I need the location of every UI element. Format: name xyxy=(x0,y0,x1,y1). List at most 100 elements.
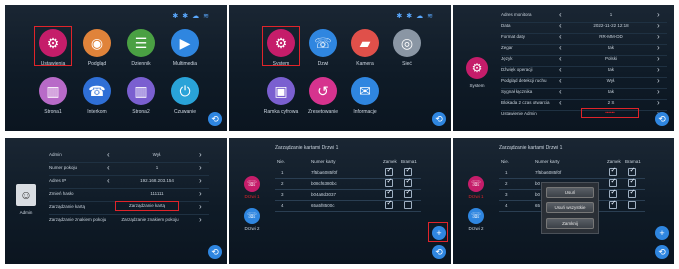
back-button[interactable]: ⟲ xyxy=(655,245,669,259)
row-no: 1 xyxy=(281,170,284,175)
chevron-right-icon[interactable]: › xyxy=(657,54,660,63)
menu-item-camera[interactable]: ▰ Kamera xyxy=(343,29,387,67)
back-button[interactable]: ⟲ xyxy=(208,245,222,259)
lock-checkbox[interactable] xyxy=(609,166,617,176)
menu-item-network[interactable]: ◎ Sieć xyxy=(385,29,429,67)
gate-checkbox[interactable] xyxy=(404,166,412,176)
chevron-left-icon[interactable]: ‹ xyxy=(559,21,562,30)
chevron-right-icon[interactable]: › xyxy=(199,163,202,172)
col-no: Nie. xyxy=(501,159,510,164)
back-button[interactable]: ⟲ xyxy=(655,112,669,126)
delete-all-button[interactable]: Usuń wszystkie xyxy=(546,202,594,213)
chevron-right-icon[interactable]: › xyxy=(657,87,660,96)
chevron-left-icon[interactable]: ‹ xyxy=(107,163,110,172)
chevron-right-icon[interactable]: › xyxy=(199,189,202,198)
chevron-left-icon[interactable]: ‹ xyxy=(559,98,562,107)
menu-item-preview[interactable]: ◉ Podgląd xyxy=(75,29,119,67)
menu-item-door2[interactable]: ▥ Strona2 xyxy=(119,77,163,115)
menu-item-standby[interactable]: ⏻ Czuwanie xyxy=(163,77,207,115)
bluetooth-icon: ✱ xyxy=(396,13,403,20)
menu-item-door[interactable]: ☏ Dzwi xyxy=(301,29,345,67)
wifi-icon: ≋ xyxy=(203,13,209,20)
chevron-right-icon[interactable]: › xyxy=(657,32,660,41)
chevron-left-icon[interactable]: ‹ xyxy=(559,54,562,63)
setting-key: Język xyxy=(501,56,513,61)
chevron-right-icon[interactable]: › xyxy=(199,176,202,185)
gate-checkbox[interactable] xyxy=(628,201,636,209)
chevron-right-icon[interactable]: › xyxy=(199,150,202,159)
row-no: 3 xyxy=(505,192,508,197)
menu-item-reset[interactable]: ↺ Zresetowanie xyxy=(301,77,345,115)
selection-highlight xyxy=(262,26,300,66)
card-table: Nie. Numer karty Zamek Brama1 1 7f5ba6085… xyxy=(275,156,421,216)
delete-button[interactable]: Usuń xyxy=(546,187,594,198)
menu-item-info[interactable]: ✉ Informacje xyxy=(343,77,387,115)
setting-row[interactable]: Zarządzanie znakiem pokoju Zarządzanie zn… xyxy=(49,213,209,227)
card-management-button[interactable]: Zarządzanie kartą xyxy=(115,201,179,211)
door-tab-1[interactable]: ☏ Drzwi 1 xyxy=(239,176,265,199)
chevron-right-icon[interactable]: › xyxy=(657,21,660,30)
chevron-right-icon[interactable]: › xyxy=(199,202,202,211)
menu-item-intercom[interactable]: ☎ Interkom xyxy=(75,77,119,115)
back-button[interactable]: ⟲ xyxy=(432,112,446,126)
chevron-left-icon[interactable]: ‹ xyxy=(559,76,562,85)
menu-item-door1[interactable]: ▥ Strona1 xyxy=(31,77,75,115)
table-row[interactable]: 4 65a5f8500c xyxy=(275,199,421,212)
admin-avatar-icon: ☺ xyxy=(16,184,36,206)
setting-value: 192.168.203.154 xyxy=(140,178,174,183)
add-card-button[interactable]: + xyxy=(655,226,669,240)
setting-value: tak xyxy=(607,45,614,50)
gate-checkbox[interactable] xyxy=(404,201,412,209)
chevron-left-icon[interactable]: ‹ xyxy=(559,43,562,52)
chevron-right-icon[interactable]: › xyxy=(657,76,660,85)
setting-key: Ustawienie Admin xyxy=(501,111,537,116)
lock-checkbox[interactable] xyxy=(609,188,617,198)
admin-list: Admin ‹ Wył. › Numer pokoju ‹ 1 › Adres IP ‹ 192… xyxy=(49,148,209,238)
setting-value: 111111 xyxy=(150,191,164,196)
add-card-button[interactable]: + xyxy=(432,226,446,240)
chevron-right-icon[interactable]: › xyxy=(657,10,660,19)
chevron-left-icon[interactable]: ‹ xyxy=(107,176,110,185)
chevron-right-icon[interactable]: › xyxy=(657,43,660,52)
close-button[interactable]: Zamknij xyxy=(546,218,594,229)
chevron-left-icon[interactable]: ‹ xyxy=(107,150,110,159)
setting-key: Format daty xyxy=(501,34,526,39)
setting-key: Zegar xyxy=(501,45,513,50)
door-phone-icon: ☏ xyxy=(309,29,337,57)
chevron-right-icon[interactable]: › xyxy=(657,65,660,74)
menu-item-multimedia[interactable]: ▶ Multimedia xyxy=(163,29,207,67)
notebook-icon: ☰ xyxy=(127,29,155,57)
gate-checkbox[interactable] xyxy=(628,177,636,187)
chevron-right-icon[interactable]: › xyxy=(657,98,660,107)
chevron-left-icon[interactable]: ‹ xyxy=(559,65,562,74)
row-no: 3 xyxy=(281,192,284,197)
chevron-left-icon[interactable]: ‹ xyxy=(559,32,562,41)
chevron-left-icon[interactable]: ‹ xyxy=(559,10,562,19)
system-sidebar: ⚙ System xyxy=(461,57,493,88)
setting-row-admin[interactable]: Ustawienie Admin••••••› xyxy=(501,107,667,121)
setting-value: 1 xyxy=(609,12,613,17)
lock-checkbox[interactable] xyxy=(385,166,393,176)
setting-key: Zarządzanie kartą xyxy=(49,204,86,209)
door-tab-2[interactable]: ☏ Drzwi 2 xyxy=(239,208,265,231)
lock-checkbox[interactable] xyxy=(385,199,393,209)
gate-checkbox[interactable] xyxy=(628,166,636,176)
back-button[interactable]: ⟲ xyxy=(208,112,222,126)
gate-checkbox[interactable] xyxy=(404,177,412,187)
gate-checkbox[interactable] xyxy=(628,188,636,198)
menu-item-photo-frame[interactable]: ▣ Ramka cyfrowa xyxy=(259,77,303,115)
menu-item-label: Dzwi xyxy=(317,61,329,67)
admin-password-field[interactable]: •••••• xyxy=(581,108,639,118)
door-tab-1[interactable]: ☏ Drzwi 1 xyxy=(463,176,489,199)
chevron-right-icon[interactable]: › xyxy=(199,215,202,224)
lock-checkbox[interactable] xyxy=(609,177,617,187)
chevron-left-icon[interactable]: ‹ xyxy=(559,87,562,96)
menu-item-log[interactable]: ☰ Dziennik xyxy=(119,29,163,67)
back-button[interactable]: ⟲ xyxy=(432,245,446,259)
lock-checkbox[interactable] xyxy=(609,199,617,209)
door-tab-2[interactable]: ☏ Drzwi 2 xyxy=(463,208,489,231)
setting-value: tak xyxy=(607,67,614,72)
lock-checkbox[interactable] xyxy=(385,177,393,187)
gate-checkbox[interactable] xyxy=(404,188,412,198)
lock-checkbox[interactable] xyxy=(385,188,393,198)
